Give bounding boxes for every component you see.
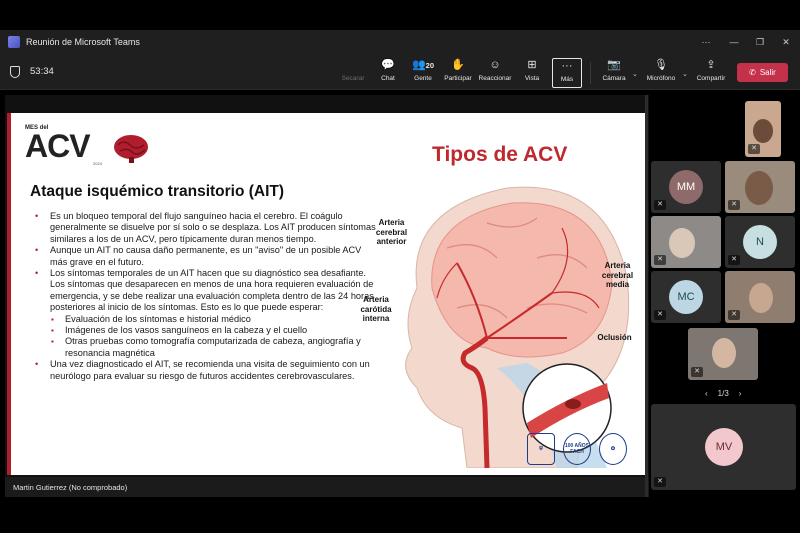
hand-icon: ✋ (451, 59, 465, 71)
bullet-item: Una vez diagnosticado el AIT, se recomie… (35, 359, 380, 382)
bullet-item: Aunque un AIT no causa daño permanente, … (35, 245, 380, 268)
mic-off-icon: ✕ (728, 255, 740, 265)
share-button[interactable]: ⇪ Compartir (691, 58, 731, 88)
presentation-slide: MES del ACV 2024 Tipos de ACV Ataque isq… (7, 113, 647, 475)
smile-icon: ☺ (489, 59, 501, 71)
participant-tile-n[interactable]: N ✕ (725, 216, 795, 268)
raise-hand-button[interactable]: ✋ Participar (438, 58, 478, 88)
ellipsis-icon: ··· (561, 60, 573, 72)
more-options-icon[interactable]: ··· (692, 30, 720, 54)
label-aca: Arteria cerebral anterior (375, 218, 408, 246)
mic-off-icon: ✕ (728, 310, 740, 320)
chevron-left-icon[interactable]: ‹ (705, 389, 708, 398)
minimize-icon[interactable]: — (720, 30, 748, 54)
label-mca: Arteria cerebral media (601, 261, 634, 289)
bullet-list: Es un bloqueo temporal del flujo sanguín… (35, 211, 380, 382)
avatar: MM (669, 170, 703, 204)
institution-badges: ⛨ 100 AÑOS FACH ✪ (527, 433, 627, 465)
mic-off-icon: ✕ (654, 200, 666, 210)
maximize-icon[interactable]: ❐ (746, 30, 774, 54)
participant-video-tile[interactable]: ✕ (725, 161, 795, 213)
participant-video-tile[interactable]: ✕ (745, 101, 781, 157)
avatar: MC (669, 280, 703, 314)
close-icon[interactable]: ✕ (772, 30, 800, 54)
participant-tile-mm[interactable]: MM ✕ (651, 161, 721, 213)
share-icon: ⇪ (706, 59, 716, 71)
sub-bullet-item: Otras pruebas como tomografía computariz… (35, 336, 380, 359)
slide-title: Tipos de ACV (432, 143, 568, 166)
people-button[interactable]: 👥20 Gente (403, 58, 443, 88)
camera-off-icon: 📷 (607, 59, 621, 71)
react-button[interactable]: ☺ Reaccionar (475, 58, 515, 88)
participant-face (745, 171, 773, 205)
brain-logo-icon (114, 135, 148, 163)
participant-tile-mc[interactable]: MC ✕ (651, 271, 721, 323)
view-button[interactable]: ⊞ Vista (512, 58, 552, 88)
participant-face (669, 228, 695, 258)
camera-chevron-icon[interactable]: ⌄ (632, 70, 638, 78)
participant-video-tile[interactable]: ✕ (651, 216, 721, 268)
mic-off-icon: ✕ (654, 310, 666, 320)
avatar: MV (705, 428, 743, 466)
camera-button[interactable]: 📷 Cámara (594, 58, 634, 88)
mic-off-icon: ✕ (654, 477, 666, 487)
phone-icon: ✆ (749, 68, 756, 77)
meeting-timer: 53:34 (30, 66, 54, 77)
participant-tile-mv[interactable]: MV ✕ (651, 404, 796, 490)
chevron-right-icon[interactable]: › (739, 389, 742, 398)
chat-button[interactable]: 💬 Chat (368, 58, 408, 88)
participant-face (749, 283, 773, 313)
page-indicator: 1/3 (717, 389, 729, 398)
bullet-item: Es un bloqueo temporal del flujo sanguín… (35, 211, 380, 245)
toolbar-divider (590, 62, 591, 84)
blank-icon (333, 58, 373, 72)
bullet-item: Los síntomas temporales de un AIT hacen … (35, 268, 380, 314)
participant-video-tile[interactable]: ✕ (688, 328, 758, 380)
more-button[interactable]: ··· Más (552, 58, 582, 88)
mic-chevron-icon[interactable]: ⌄ (682, 70, 688, 78)
mic-off-icon: ✕ (691, 367, 703, 377)
avatar: N (743, 225, 777, 259)
seal-icon: ✪ (599, 433, 627, 465)
grid-icon: ⊞ (527, 59, 537, 71)
mic-off-icon: 🎙 (654, 59, 668, 71)
mic-off-icon: ✕ (654, 255, 666, 265)
slide-heading: Ataque isquémico transitorio (AIT) (30, 183, 285, 200)
coat-of-arms-icon: ⛨ (527, 433, 555, 465)
chat-icon: 💬 (381, 59, 395, 71)
letterbox-top (0, 0, 800, 30)
secarar-button[interactable]: Secarar (333, 58, 373, 88)
participants-pager: ‹ 1/3 › (705, 389, 741, 398)
participant-video-tile[interactable]: ✕ (725, 271, 795, 323)
acv-logo: MES del ACV 2024 (25, 125, 102, 166)
window-title: Reunión de Microsoft Teams (26, 37, 140, 47)
shield-icon (10, 66, 20, 78)
meeting-toolbar: 53:34 Secarar 💬 Chat 👥20 Gente ✋ Partici… (0, 54, 800, 90)
shared-screen: MES del ACV 2024 Tipos de ACV Ataque isq… (5, 95, 649, 497)
label-ica: Arteria carótida interna (360, 295, 392, 323)
mic-button[interactable]: 🎙 Micrófono (641, 58, 681, 88)
sub-bullet-item: Imágenes de los vasos sanguíneos en la c… (35, 325, 380, 337)
sub-bullet-item: Evaluación de los síntomas e historial m… (35, 314, 380, 326)
presenter-name: Martin Gutierrez (No comprobado) (5, 477, 649, 497)
mic-off-icon: ✕ (728, 200, 740, 210)
leave-button[interactable]: ✆ Salir (737, 63, 788, 82)
people-icon: 👥20 (411, 59, 435, 71)
label-occlusion: Oclusión (597, 333, 632, 342)
window-titlebar: Reunión de Microsoft Teams ··· — ❐ ✕ (0, 30, 800, 54)
letterbox-bottom (0, 503, 800, 533)
mic-off-icon: ✕ (748, 144, 760, 154)
participant-face (753, 119, 773, 143)
teams-icon (8, 36, 20, 48)
panel-divider (645, 95, 648, 497)
fach-100-badge: 100 AÑOS FACH (563, 433, 591, 465)
slide-accent-bar (7, 113, 11, 475)
participant-face (712, 338, 736, 368)
